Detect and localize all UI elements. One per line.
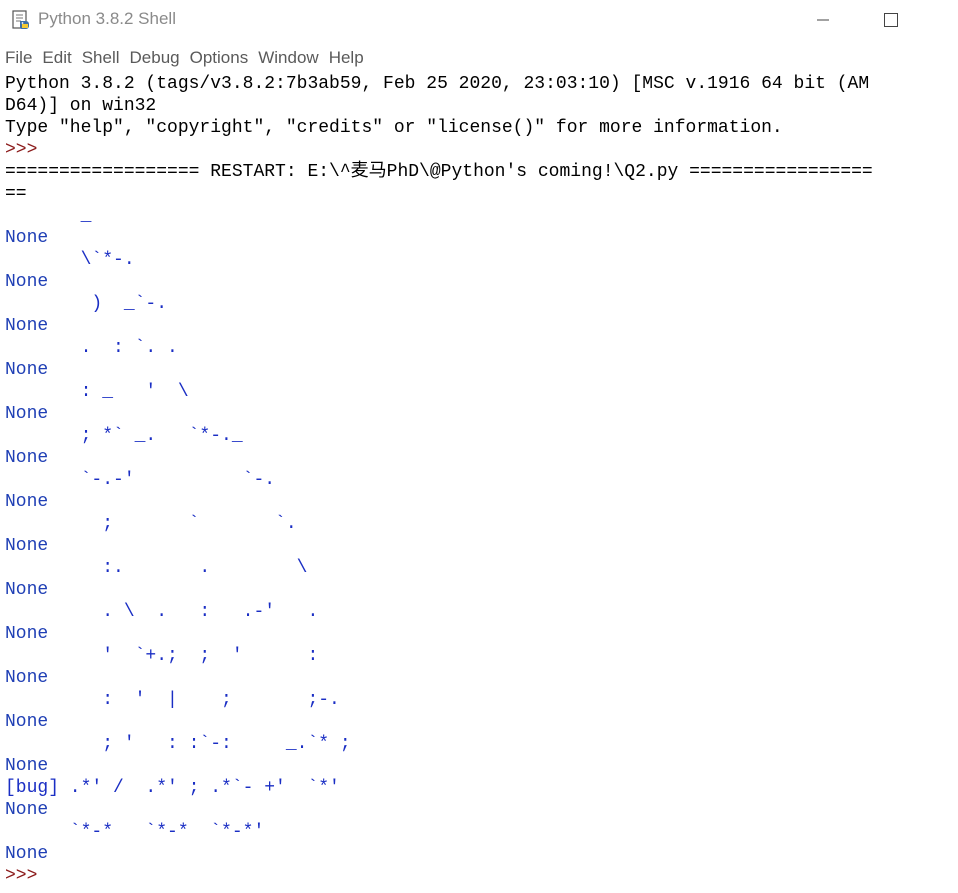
art-line: ; *` _. `*-._ [5, 426, 243, 446]
none-output: None [5, 756, 49, 776]
menu-help[interactable]: Help [324, 48, 369, 68]
none-output: None [5, 492, 49, 512]
menu-debug[interactable]: Debug [125, 48, 185, 68]
minimize-icon [817, 19, 829, 21]
shell-prompt: >>> [5, 140, 38, 160]
banner-line: D64)] on win32 [5, 96, 157, 116]
banner-line: Python 3.8.2 (tags/v3.8.2:7b3ab59, Feb 2… [5, 74, 870, 94]
none-output: None [5, 536, 49, 556]
art-line: ; ` `. [5, 514, 297, 534]
none-output: None [5, 272, 49, 292]
none-output: None [5, 712, 49, 732]
art-line: \`*-. [5, 250, 135, 270]
python-idle-icon [10, 9, 32, 31]
art-line: _ [5, 206, 92, 226]
menu-shell[interactable]: Shell [77, 48, 125, 68]
idle-shell-window: Python 3.8.2 Shell File Edit Shell Debug… [0, 0, 958, 893]
menu-options[interactable]: Options [185, 48, 254, 68]
minimize-button[interactable] [800, 0, 846, 40]
none-output: None [5, 580, 49, 600]
shell-text-area[interactable]: Python 3.8.2 (tags/v3.8.2:7b3ab59, Feb 2… [0, 73, 958, 893]
none-output: None [5, 668, 49, 688]
none-output: None [5, 360, 49, 380]
menu-file[interactable]: File [0, 48, 37, 68]
none-output: None [5, 316, 49, 336]
art-line: `*-* `*-* `*-*' [5, 822, 265, 842]
window-title: Python 3.8.2 Shell [38, 9, 176, 28]
art-line: ' `+.; ; ' : [5, 646, 319, 666]
art-line: ; ' : :`-: _.`* ; [5, 734, 351, 754]
none-output: None [5, 448, 49, 468]
none-output: None [5, 404, 49, 424]
restart-line: == [5, 184, 27, 204]
art-line: . \ . : .-' . [5, 602, 319, 622]
bug-line: [bug] .*' / .*' ; .*`- +' `*' [5, 778, 340, 798]
banner-line: Type "help", "copyright", "credits" or "… [5, 118, 783, 138]
none-output: None [5, 800, 49, 820]
menu-edit[interactable]: Edit [37, 48, 76, 68]
art-line: : ' | ; ;-. [5, 690, 340, 710]
title-bar: Python 3.8.2 Shell [0, 0, 958, 42]
art-line: . : `. . [5, 338, 178, 358]
art-line: :. . \ [5, 558, 308, 578]
none-output: None [5, 624, 49, 644]
none-output: None [5, 228, 49, 248]
art-line: : _ ' \ [5, 382, 189, 402]
art-line: `-.-' `-. [5, 470, 276, 490]
shell-prompt: >>> [5, 866, 38, 886]
art-line: ) _`-. [5, 294, 168, 314]
maximize-button[interactable] [868, 0, 914, 40]
menu-window[interactable]: Window [253, 48, 323, 68]
menu-bar: File Edit Shell Debug Options Window Hel… [0, 44, 958, 72]
none-output: None [5, 844, 49, 864]
maximize-icon [884, 13, 898, 27]
restart-line: ================== RESTART: E:\^麦马PhD\@P… [5, 162, 873, 182]
